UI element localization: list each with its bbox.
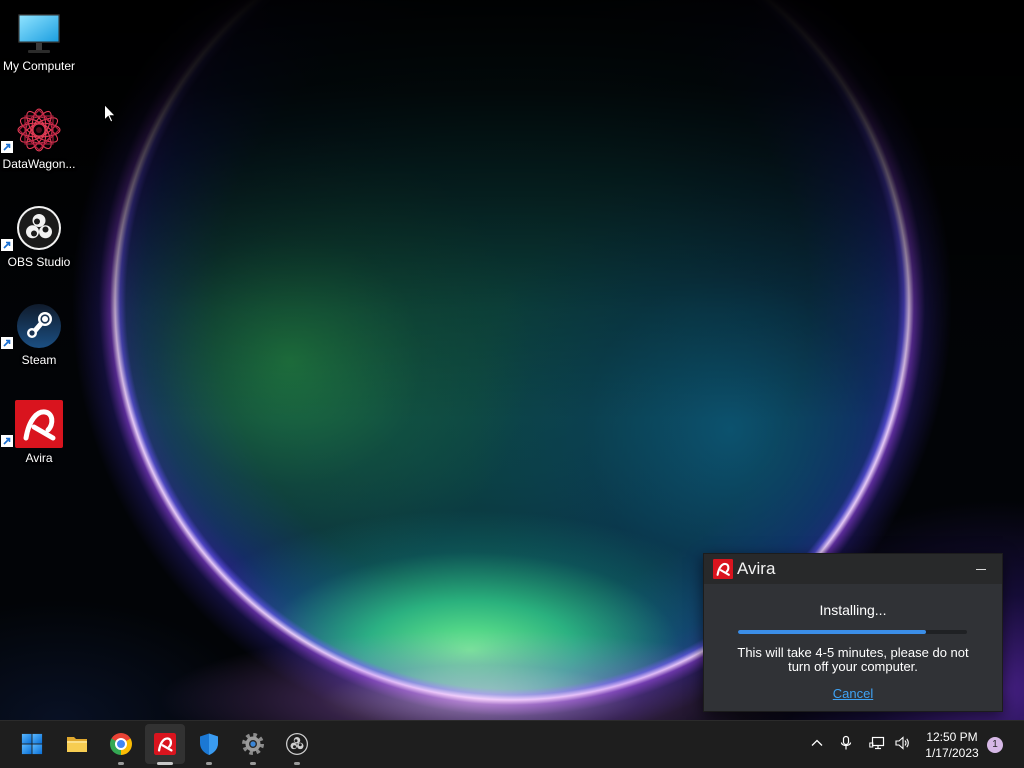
taskbar-clock[interactable]: 12:50 PM 1/17/2023 [920,729,984,761]
running-indicator [206,762,212,765]
avira-icon [15,400,63,448]
desktop-icon-steam[interactable]: Steam [1,298,77,374]
running-indicator [118,762,124,765]
chevron-up-icon [809,735,825,756]
taskbar-windows-security[interactable] [189,724,229,765]
avira-logo-icon [713,559,733,579]
taskbar-settings[interactable] [233,724,273,765]
installer-title: Avira [737,559,776,578]
cancel-link[interactable]: Cancel [833,686,873,701]
desktop-icon-obs-studio[interactable]: OBS Studio [1,200,77,276]
shortcut-arrow-icon [1,434,13,447]
minimize-button[interactable] [971,558,991,580]
taskbar-obs-studio[interactable] [277,724,317,765]
settings-icon [241,732,265,756]
taskbar: 12:50 PM 1/17/2023 1 [0,720,1024,768]
network-button[interactable] [867,733,887,757]
file-explorer-icon [65,732,89,756]
installer-title-bar[interactable]: Avira [704,554,1002,584]
obs-studio-icon [15,204,63,252]
network-icon [869,735,885,756]
microphone-button[interactable] [836,733,856,757]
chrome-icon [109,732,133,756]
volume-icon [894,735,910,756]
windows-security-icon [197,732,221,756]
desktop-icon-label: Steam [21,353,57,367]
clock-date: 1/17/2023 [925,746,979,760]
microphone-icon [838,735,854,756]
progress-bar [738,630,967,634]
avira-installer-window: Avira Installing... This will take 4-5 m… [703,553,1003,712]
cancel-row: Cancel [704,687,1002,701]
install-status: Installing... [819,602,887,618]
desktop-icon-label: OBS Studio [7,255,71,269]
notification-badge[interactable]: 1 [987,737,1003,753]
desktop-screen: My Computer DataWagon... OBS Studio Stea… [0,0,1024,768]
taskbar-avira[interactable] [145,724,185,765]
shortcut-arrow-icon [1,336,13,349]
running-indicator [250,762,256,765]
show-hidden-icons-button[interactable] [807,733,827,757]
progress-fill [738,630,926,634]
clock-time: 12:50 PM [926,730,978,744]
volume-button[interactable] [892,733,912,757]
obs-studio-icon [285,732,309,756]
taskbar-chrome[interactable] [101,724,141,765]
desktop-icon-my-computer[interactable]: My Computer [1,4,77,80]
desktop-icon-label: Avira [25,451,53,465]
running-indicator [157,762,173,765]
datawagon-icon [15,106,63,154]
running-indicator [294,762,300,765]
avira-icon [153,732,177,756]
my-computer-icon [15,8,63,56]
desktop-icon-avira[interactable]: Avira [1,396,77,472]
install-message: This will take 4-5 minutes, please do no… [737,645,969,674]
shortcut-arrow-icon [1,140,13,153]
desktop-icon-datawagon[interactable]: DataWagon... [1,102,77,178]
shortcut-arrow-icon [1,238,13,251]
windows-start-icon [20,732,44,756]
desktop-icon-label: My Computer [2,59,76,73]
mouse-pointer-icon [104,103,117,123]
desktop-icon-label: DataWagon... [2,157,76,171]
steam-icon [15,302,63,350]
taskbar-file-explorer[interactable] [57,724,97,764]
start-button[interactable] [12,724,52,764]
minimize-icon [976,569,986,570]
